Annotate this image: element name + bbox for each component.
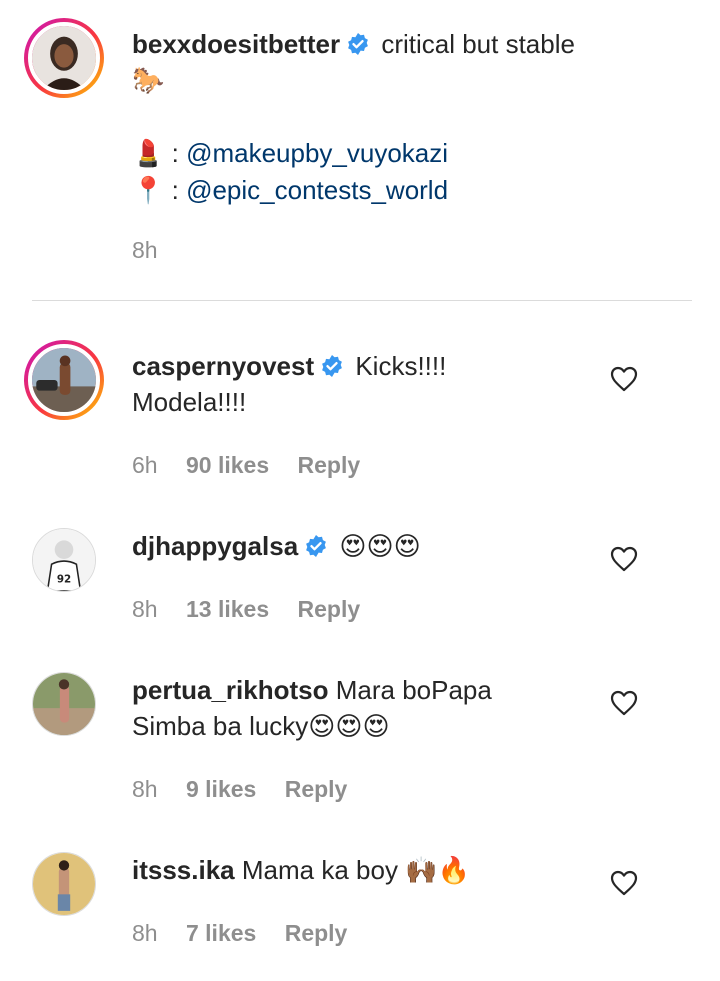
comment-text: djhappygalsa 😍😍😍 [132, 528, 592, 565]
colon: : [171, 175, 179, 205]
caption-username[interactable]: bexxdoesitbetter [132, 29, 340, 59]
horse-emoji: 🐎 [132, 66, 165, 96]
lipstick-emoji: 💄 [132, 139, 165, 169]
likes-count[interactable]: 90 likes [186, 452, 269, 478]
comment-text: pertua_rikhotso Mara boPapa Simba ba luc… [132, 672, 592, 744]
reply-button[interactable]: Reply [285, 920, 348, 946]
comment-avatar[interactable]: 92 [32, 528, 96, 592]
caption-time: 8h [132, 237, 158, 263]
comment-text: caspernyovest Kicks!!!! Modela!!!! [132, 348, 592, 420]
reply-button[interactable]: Reply [298, 452, 361, 478]
heart-outline-icon[interactable] [610, 366, 638, 392]
reply-button[interactable]: Reply [285, 776, 348, 802]
caption-meta: 8h [132, 235, 180, 265]
likes-count[interactable]: 9 likes [186, 776, 256, 802]
pin-emoji: 📍 [132, 176, 165, 206]
comment-body: Mama ka boy 🙌🏾🔥 [241, 855, 470, 885]
comment-time: 8h [132, 920, 158, 946]
comment-username[interactable]: djhappygalsa [132, 531, 298, 561]
caption-body: critical but stable [381, 29, 575, 59]
mention-makeup[interactable]: @makeupby_vuyokazi [186, 138, 448, 168]
likes-count[interactable]: 7 likes [186, 920, 256, 946]
comment-time: 8h [132, 776, 158, 802]
comment-item: itsss.ika Mama ka boy 🙌🏾🔥 8h 7 likes Rep… [0, 830, 720, 981]
comment-body: Kicks!!!! [355, 351, 447, 381]
comment-item: pertua_rikhotso Mara boPapa Simba ba luc… [0, 650, 720, 830]
caption-avatar[interactable] [24, 18, 104, 98]
verified-badge-icon [320, 354, 344, 378]
comment-time: 8h [132, 596, 158, 622]
comment-item: caspernyovest Kicks!!!! Modela!!!! 6h 90… [0, 300, 720, 490]
comment-text: itsss.ika Mama ka boy 🙌🏾🔥 [132, 852, 592, 888]
comment-body: 😍😍😍 [339, 532, 421, 562]
heart-outline-icon[interactable] [610, 690, 638, 716]
comment-avatar[interactable] [24, 340, 104, 420]
comment-username[interactable]: caspernyovest [132, 351, 314, 381]
caption-block: bexxdoesitbetter critical but stable 🐎 💄… [0, 0, 720, 300]
comment-username[interactable]: pertua_rikhotso [132, 675, 329, 705]
comment-body-line2: Simba ba lucky😍😍😍 [132, 711, 390, 741]
comment-item: 92 djhappygalsa 😍😍😍 8h 13 likes Reply [0, 490, 720, 650]
caption-text: bexxdoesitbetter critical but stable 🐎 💄… [132, 26, 652, 209]
comment-meta: 8h 9 likes Reply [132, 774, 369, 804]
verified-badge-icon [304, 534, 328, 558]
comment-time: 6h [132, 452, 158, 478]
verified-badge-icon [346, 32, 370, 56]
comment-avatar[interactable] [32, 852, 96, 916]
comment-meta: 8h 7 likes Reply [132, 918, 369, 948]
comment-meta: 6h 90 likes Reply [132, 450, 382, 480]
comment-body: Mara boPapa [335, 675, 492, 705]
reply-button[interactable]: Reply [298, 596, 361, 622]
heart-outline-icon[interactable] [610, 870, 638, 896]
colon: : [171, 138, 179, 168]
svg-text:92: 92 [57, 574, 71, 586]
heart-outline-icon[interactable] [610, 546, 638, 572]
comment-meta: 8h 13 likes Reply [132, 594, 382, 624]
comment-body-line2: Modela!!!! [132, 387, 247, 417]
mention-location[interactable]: @epic_contests_world [186, 175, 448, 205]
comment-avatar[interactable] [32, 672, 96, 736]
likes-count[interactable]: 13 likes [186, 596, 269, 622]
comment-username[interactable]: itsss.ika [132, 855, 235, 885]
